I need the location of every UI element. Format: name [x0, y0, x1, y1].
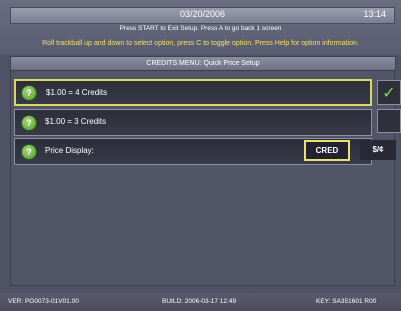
- option-row-3-credits[interactable]: ? $1.00 = 3 Credits: [14, 109, 372, 136]
- price-display-cred-toggle[interactable]: CRED: [304, 140, 350, 161]
- option-label: $1.00 = 4 Credits: [46, 88, 108, 97]
- time-text: 13:14: [363, 9, 386, 19]
- menu-title: CREDITS MENU: Quick Price Setup: [10, 56, 396, 71]
- help-icon[interactable]: ?: [21, 85, 37, 101]
- option-label: Price Display:: [45, 146, 94, 155]
- navigation-instruction: Roll trackball up and down to select opt…: [42, 40, 359, 47]
- option-row-4-credits[interactable]: ? $1.00 = 4 Credits: [14, 79, 372, 106]
- date-text: 03/20/2006: [179, 9, 226, 19]
- checkbox-empty[interactable]: [377, 109, 401, 133]
- price-display-dollar-toggle[interactable]: $/¢: [360, 140, 396, 160]
- status-footer: VER: PG0073-01V01.00 BUILD: 2006-03-17 1…: [0, 293, 401, 311]
- exit-instruction: Press START to Exit Setup. Press A to go…: [119, 25, 282, 32]
- option-label: $1.00 = 3 Credits: [45, 117, 107, 126]
- key-text: KEY: SA351601 R00: [316, 298, 377, 305]
- build-text: BUILD: 2006-03-17 12:49: [162, 298, 237, 305]
- help-icon[interactable]: ?: [21, 144, 37, 160]
- date-time-bar: 03/20/2006 13:14: [10, 7, 395, 24]
- version-text: VER: PG0073-01V01.00: [8, 298, 79, 305]
- option-row-price-display[interactable]: ? Price Display: CRED $/¢: [14, 138, 396, 165]
- help-icon[interactable]: ?: [21, 115, 37, 131]
- check-icon: ✓: [377, 80, 401, 105]
- setup-header: 03/20/2006 13:14 Press START to Exit Set…: [0, 0, 401, 55]
